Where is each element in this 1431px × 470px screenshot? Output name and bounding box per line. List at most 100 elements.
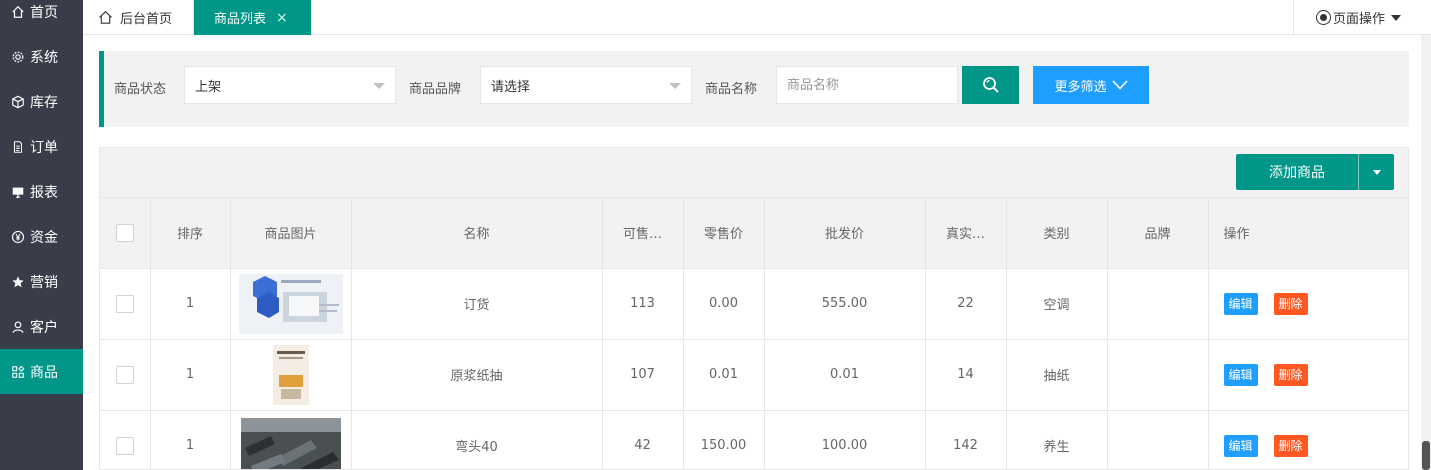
delete-button[interactable]: 删除 [1273, 292, 1308, 315]
wholesale-price-cell: 100.00 [764, 410, 926, 469]
brand-cell [1107, 268, 1209, 340]
sidebar-item-marketing[interactable]: 营销 [0, 259, 83, 304]
tab-home[interactable]: 后台首页 [83, 0, 194, 35]
sidebar-item-label: 营销 [30, 274, 58, 291]
status-select[interactable]: 上架 [184, 66, 396, 104]
real-stock-cell: 22 [925, 268, 1007, 340]
retail-price-cell: 150.00 [683, 410, 765, 469]
edit-button[interactable]: 编辑 [1223, 434, 1258, 457]
apps-icon [10, 364, 26, 380]
column-header[interactable]: 排序 [150, 198, 231, 269]
wholesale-price-cell: 0.01 [764, 339, 926, 411]
category-cell: 空调 [1006, 268, 1108, 340]
row-select-cell [100, 268, 151, 340]
edit-button[interactable]: 编辑 [1223, 363, 1258, 386]
sort-cell: 1 [150, 410, 231, 469]
select-all-cell [100, 198, 151, 269]
edit-button[interactable]: 编辑 [1223, 292, 1258, 315]
table-row: 1 订货 113 0.00 555.00 22 空调 编辑 删除 [100, 268, 1408, 340]
status-select-value: 上架 [195, 79, 222, 95]
column-header[interactable]: 商品图片 [230, 198, 352, 269]
brand-select[interactable]: 请选择 [480, 66, 692, 104]
close-icon[interactable]: × [276, 10, 288, 26]
column-header[interactable]: 可售… [602, 198, 684, 269]
name-input[interactable] [776, 66, 958, 104]
more-filters-label: 更多筛选 [1054, 79, 1107, 95]
stock-cell: 107 [602, 339, 684, 411]
sidebar-item-inventory[interactable]: 库存 [0, 79, 83, 124]
sidebar-item-funds[interactable]: 资金 [0, 214, 83, 259]
tab-bar: 后台首页 商品列表 × 页面操作 [83, 0, 1431, 35]
product-thumbnail[interactable] [272, 344, 309, 405]
chevron-down-icon [1111, 80, 1128, 90]
home-icon [99, 10, 112, 24]
product-table-panel: 添加商品 排序 商品图片 名称 可售… 零售价 批发价 真实… 类别 品牌 操作 [99, 147, 1409, 470]
table-header-row: 排序 商品图片 名称 可售… 零售价 批发价 真实… 类别 品牌 操作 [100, 198, 1408, 269]
vertical-scrollbar[interactable] [1421, 35, 1431, 470]
column-header[interactable]: 真实… [925, 198, 1007, 269]
tab-product-list[interactable]: 商品列表 × [194, 0, 311, 35]
sidebar-item-system[interactable]: 系统 [0, 34, 83, 79]
add-product-dropdown-button[interactable] [1358, 154, 1394, 190]
row-checkbox[interactable] [115, 294, 134, 313]
stock-cell: 42 [602, 410, 684, 469]
more-filters-button[interactable]: 更多筛选 [1033, 66, 1149, 104]
scrollbar-thumb[interactable] [1422, 441, 1430, 470]
sidebar-item-label: 商品 [30, 364, 58, 381]
column-header[interactable]: 批发价 [764, 198, 926, 269]
name-cell: 订货 [351, 268, 603, 340]
star-icon [10, 274, 26, 290]
caret-down-icon [1391, 14, 1402, 21]
sort-cell: 1 [150, 268, 231, 340]
sidebar-item-label: 资金 [30, 229, 58, 246]
column-header[interactable]: 名称 [351, 198, 603, 269]
delete-button[interactable]: 删除 [1273, 363, 1308, 386]
real-stock-cell: 14 [925, 339, 1007, 411]
actions-cell: 编辑 删除 [1207, 339, 1408, 411]
product-thumbnail[interactable] [238, 273, 343, 334]
row-checkbox[interactable] [115, 436, 134, 455]
sidebar-item-reports[interactable]: 报表 [0, 169, 83, 214]
name-label: 商品名称 [705, 82, 758, 97]
sidebar-item-orders[interactable]: 订单 [0, 124, 83, 169]
brand-select-value: 请选择 [491, 79, 531, 95]
category-cell: 养生 [1006, 410, 1108, 469]
brand-cell [1107, 339, 1209, 411]
tab-home-label: 后台首页 [120, 12, 173, 27]
category-cell: 抽纸 [1006, 339, 1108, 411]
product-thumbnail[interactable] [240, 417, 341, 470]
brand-label: 商品品牌 [409, 82, 462, 97]
column-header[interactable]: 品牌 [1107, 198, 1209, 269]
sidebar-item-products[interactable]: 商品 [0, 349, 83, 394]
cube-icon [10, 94, 26, 110]
status-label: 商品状态 [114, 82, 167, 97]
add-product-button[interactable]: 添加商品 [1236, 154, 1358, 190]
search-button[interactable] [962, 66, 1019, 104]
target-icon [1316, 10, 1331, 25]
page-operations-dropdown[interactable]: 页面操作 [1293, 0, 1431, 35]
select-all-checkbox[interactable] [115, 223, 134, 242]
sidebar: 首页 系统 库存 订单 报表 资金 营销 客户 商品 [0, 0, 83, 470]
sidebar-item-customers[interactable]: 客户 [0, 304, 83, 349]
caret-down-icon [1372, 169, 1381, 175]
sidebar-item-label: 订单 [30, 139, 58, 156]
sidebar-item-label: 报表 [30, 184, 58, 201]
column-header[interactable]: 类别 [1006, 198, 1108, 269]
actions-cell: 编辑 删除 [1207, 268, 1408, 340]
user-icon [10, 319, 26, 335]
wholesale-price-cell: 555.00 [764, 268, 926, 340]
filter-panel: 商品状态 上架 商品品牌 请选择 商品名称 更多筛选 [99, 51, 1409, 127]
gear-icon [10, 49, 26, 65]
sidebar-item-home[interactable]: 首页 [0, 0, 83, 34]
sidebar-item-label: 库存 [30, 94, 58, 111]
column-header[interactable]: 零售价 [683, 198, 765, 269]
document-icon [10, 139, 26, 155]
delete-button[interactable]: 删除 [1273, 434, 1308, 457]
sidebar-item-label: 客户 [30, 319, 58, 336]
search-icon [982, 77, 999, 93]
chevron-down-icon [669, 83, 681, 89]
tab-product-list-label: 商品列表 [214, 12, 267, 27]
actions-cell: 编辑 删除 [1207, 410, 1408, 469]
row-checkbox[interactable] [115, 365, 134, 384]
retail-price-cell: 0.01 [683, 339, 765, 411]
